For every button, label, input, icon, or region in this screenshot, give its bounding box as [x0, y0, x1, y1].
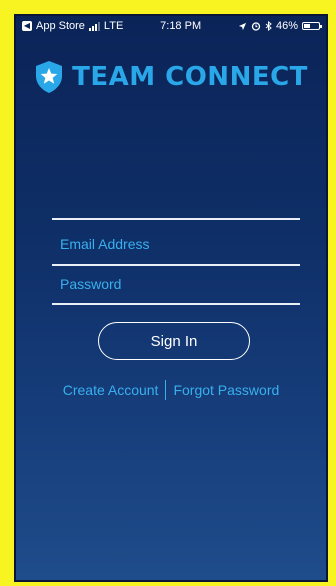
status-bar: ◀ App Store LTE 7:18 PM 46%	[16, 16, 326, 36]
phone-screen: ◀ App Store LTE 7:18 PM 46% TEAM CONNECT…	[14, 14, 328, 582]
signal-icon	[88, 21, 100, 31]
status-left: ◀ App Store LTE	[22, 20, 123, 32]
battery-percent: 46%	[275, 20, 298, 32]
bluetooth-icon	[265, 21, 272, 31]
status-right: 46%	[238, 20, 322, 32]
battery-icon	[302, 22, 322, 30]
brand-name: TEAM CONNECT	[72, 62, 308, 92]
battery-level	[304, 24, 310, 28]
divider-top	[52, 218, 300, 220]
back-app-label[interactable]: App Store	[36, 20, 85, 32]
star-shield-icon	[36, 61, 63, 93]
forgot-password-link[interactable]: Forgot Password	[173, 382, 279, 398]
create-account-link[interactable]: Create Account	[63, 382, 159, 398]
brand-logo: TEAM CONNECT	[16, 60, 326, 94]
links-divider	[165, 380, 167, 400]
network-label: LTE	[103, 20, 124, 32]
password-underline	[52, 303, 300, 305]
status-time: 7:18 PM	[160, 20, 202, 32]
alarm-icon	[251, 22, 261, 31]
email-field[interactable]: Email Address	[60, 236, 149, 252]
sign-in-button[interactable]: Sign In	[98, 322, 250, 360]
password-field[interactable]: Password	[60, 276, 121, 292]
location-icon	[238, 22, 247, 30]
account-links: Create Account Forgot Password	[16, 380, 326, 400]
email-underline	[52, 264, 300, 266]
back-arrow-icon[interactable]: ◀	[22, 21, 32, 31]
